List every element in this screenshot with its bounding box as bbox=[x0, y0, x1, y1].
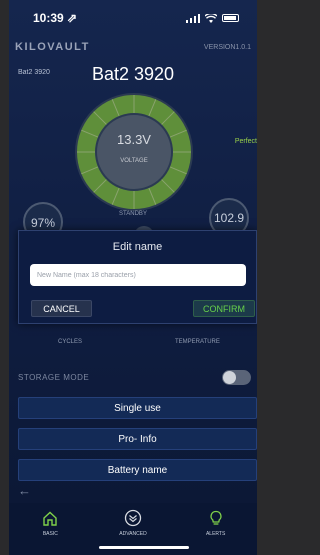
voltage-label: VOLTAGE bbox=[120, 158, 148, 164]
pro-info-button[interactable]: Pro- Info bbox=[18, 428, 257, 450]
health-status: Perfect bbox=[234, 138, 257, 145]
name-input[interactable] bbox=[30, 264, 246, 286]
cancel-button[interactable]: CANCEL bbox=[31, 300, 92, 317]
version-label: VERSION1.0.1 bbox=[203, 43, 251, 51]
app-background: 10:39 ⇗ KILOVAULT VERSION1.0.1 Bat2 3920… bbox=[9, 0, 257, 555]
signal-icon bbox=[185, 13, 200, 23]
storage-mode-toggle[interactable] bbox=[222, 369, 251, 385]
temperature-label: TEMPERATURE bbox=[175, 339, 220, 345]
back-arrow-icon[interactable]: ← bbox=[18, 483, 31, 498]
battery-status-icon bbox=[222, 14, 239, 22]
storage-mode-label: STORAGE MODE bbox=[18, 372, 90, 382]
status-bar: 10:39 ⇗ bbox=[9, 0, 257, 36]
brand-logo: KILOVAULT bbox=[15, 41, 90, 53]
home-indicator[interactable] bbox=[99, 546, 189, 549]
bulb-icon bbox=[210, 510, 222, 525]
storage-mode-row: STORAGE MODE bbox=[18, 366, 257, 388]
nav-alerts[interactable]: ALERTS bbox=[186, 509, 246, 555]
single-use-button[interactable]: Single use bbox=[18, 397, 257, 419]
battery-name-button[interactable]: Battery name bbox=[18, 459, 257, 481]
cycles-label: CYCLES bbox=[58, 339, 83, 345]
brand-row: KILOVAULT VERSION1.0.1 bbox=[9, 38, 257, 56]
confirm-button[interactable]: CONFIRM bbox=[193, 300, 255, 317]
chevron-circle-icon bbox=[124, 509, 142, 527]
phone-screen: 10:39 ⇗ KILOVAULT VERSION1.0.1 Bat2 3920… bbox=[9, 0, 257, 555]
nav-advanced-label: ADVANCED bbox=[119, 531, 147, 537]
gauge-center bbox=[97, 115, 171, 189]
status-time: 10:39 ⇗ bbox=[33, 11, 78, 25]
edit-name-dialog: Edit name CANCEL CONFIRM bbox=[18, 230, 257, 324]
battery-title: Bat2 3920 bbox=[91, 64, 175, 84]
toggle-knob bbox=[223, 370, 236, 384]
nav-basic-label: BASIC bbox=[42, 531, 58, 537]
nav-basic[interactable]: BASIC bbox=[20, 509, 80, 555]
dialog-title: Edit name bbox=[112, 241, 163, 253]
home-icon bbox=[43, 511, 58, 526]
nav-alerts-label: ALERTS bbox=[205, 531, 226, 537]
status-icons bbox=[185, 13, 239, 23]
voltage-gauge bbox=[75, 93, 193, 211]
voltage-value: 13.3V bbox=[117, 132, 151, 147]
wifi-icon bbox=[205, 13, 217, 23]
